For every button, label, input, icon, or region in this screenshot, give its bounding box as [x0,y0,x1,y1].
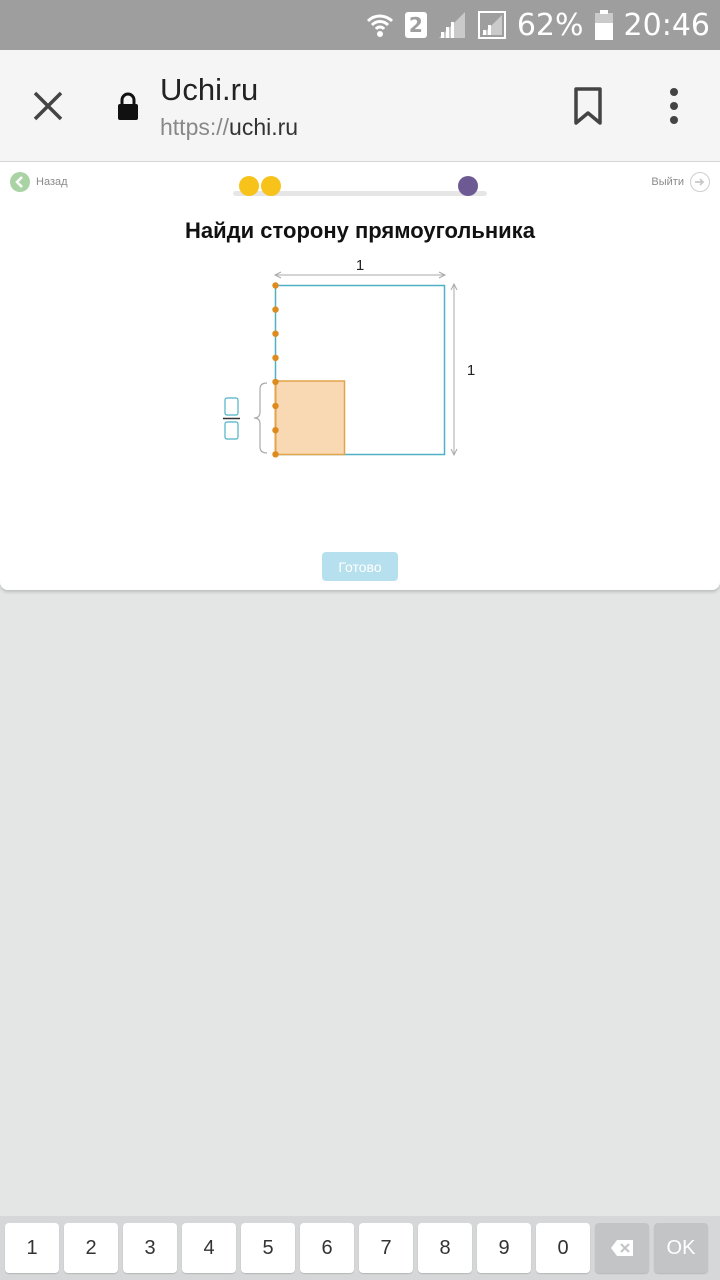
browser-toolbar: Uchi.ru https://uchi.ru [0,50,720,162]
url-scheme: https:// [160,114,230,140]
backspace-key[interactable] [595,1223,649,1273]
close-button[interactable] [28,86,68,126]
close-icon [33,91,63,121]
division-dot [272,427,279,434]
key-3[interactable]: 3 [123,1223,177,1273]
key-0[interactable]: 0 [536,1223,590,1273]
bookmark-icon [574,87,602,125]
progress-dot-1 [239,176,259,196]
ok-key[interactable]: OK [654,1223,708,1273]
back-label: Назад [36,176,68,188]
denominator-input[interactable] [224,421,239,440]
clock: 20:46 [623,7,710,43]
key-9[interactable]: 9 [477,1223,531,1273]
backspace-icon [611,1240,633,1256]
exit-button[interactable]: Выйти [651,172,710,192]
wifi-icon [365,10,395,40]
side-dimension-label: 1 [467,362,475,379]
top-dimension-label: 1 [356,257,364,274]
sim-badge: 2 [404,12,427,38]
curly-brace [253,382,268,454]
exit-label: Выйти [651,176,684,188]
lock-icon [116,92,140,122]
division-dot [272,282,279,289]
battery-percent: 62% [516,7,584,43]
key-7[interactable]: 7 [359,1223,413,1273]
numeric-keyboard: 1 2 3 4 5 6 7 8 9 0 OK [0,1216,720,1280]
division-dot [272,378,279,386]
division-dot [272,330,279,337]
done-button[interactable]: Готово [322,552,398,581]
status-icons: 2 62% 20:46 [365,0,710,50]
battery-icon [594,9,614,41]
lesson-card: Назад Выйти Найди сторону прямоугольника… [0,162,720,590]
division-dot [272,402,279,410]
progress-dot-3 [458,176,478,196]
status-bar: 2 62% 20:46 [0,0,720,50]
progress-dot-2 [261,176,281,196]
url-host: uchi.ru [229,114,299,140]
shaded-rectangle [274,380,346,456]
key-8[interactable]: 8 [418,1223,472,1273]
back-arrow-icon [10,172,30,192]
site-url[interactable]: https://uchi.ru [160,114,298,141]
key-6[interactable]: 6 [300,1223,354,1273]
more-menu-button[interactable] [660,86,688,126]
numerator-input[interactable] [224,397,239,416]
signal-icon-2 [477,10,507,40]
site-title: Uchi.ru [160,72,259,107]
progress-bar [233,174,487,198]
back-button[interactable]: Назад [10,172,68,192]
exit-icon [690,172,710,192]
key-5[interactable]: 5 [241,1223,295,1273]
division-dot [272,451,279,458]
division-dot [272,354,279,361]
bookmark-button[interactable] [572,86,604,126]
rectangle-figure: 1 1 [223,257,475,458]
task-title: Найди сторону прямоугольника [185,218,535,243]
key-1[interactable]: 1 [5,1223,59,1273]
more-vertical-icon [670,88,678,124]
division-dot [272,306,279,313]
key-4[interactable]: 4 [182,1223,236,1273]
key-2[interactable]: 2 [64,1223,118,1273]
signal-icon [437,10,467,40]
